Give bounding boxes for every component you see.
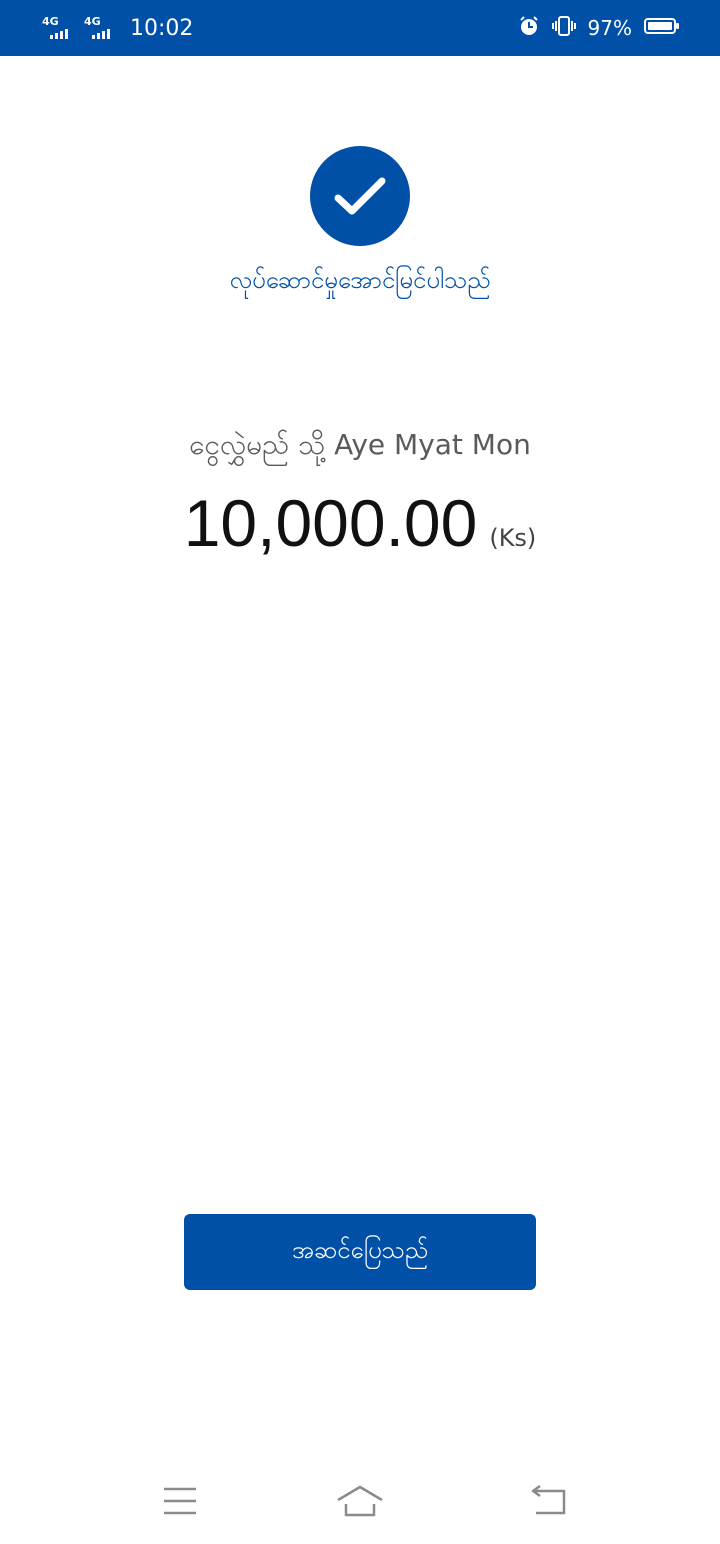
- navigation-bar: [0, 1456, 720, 1544]
- home-button[interactable]: [330, 1476, 390, 1526]
- amount-row: 10,000.00 (Ks): [0, 490, 720, 556]
- success-message: လုပ်ဆောင်မှုအောင်မြင်ပါသည်: [229, 266, 491, 294]
- menu-button[interactable]: [150, 1476, 210, 1526]
- network-type-label: 4G: [42, 15, 59, 28]
- network-type-label-2: 4G: [84, 15, 101, 28]
- vibrate-icon: [551, 15, 576, 41]
- back-button[interactable]: [518, 1476, 578, 1526]
- signal-4g-icon-2: 4G: [84, 15, 118, 41]
- status-bar: 4G 4G 10:02 97%: [0, 0, 720, 56]
- recipient-line: ငွေလွှဲမည် သို့ Aye Myat Mon: [189, 428, 531, 461]
- status-left: 4G 4G 10:02: [42, 15, 193, 41]
- menu-icon: [164, 1487, 196, 1515]
- currency-label: (Ks): [489, 524, 537, 552]
- done-button[interactable]: အဆင်ပြေသည်: [184, 1214, 536, 1290]
- alarm-icon: [518, 15, 540, 41]
- status-right: 97%: [506, 15, 680, 41]
- check-icon: [334, 177, 386, 215]
- signal-4g-icon: 4G: [42, 15, 76, 41]
- amount-value: 10,000.00: [183, 486, 478, 560]
- home-icon: [337, 1485, 383, 1517]
- back-icon: [531, 1485, 566, 1515]
- clock: 10:02: [130, 15, 194, 41]
- battery-percent: 97%: [587, 16, 632, 40]
- battery-icon: [644, 16, 680, 40]
- success-badge: [310, 146, 410, 246]
